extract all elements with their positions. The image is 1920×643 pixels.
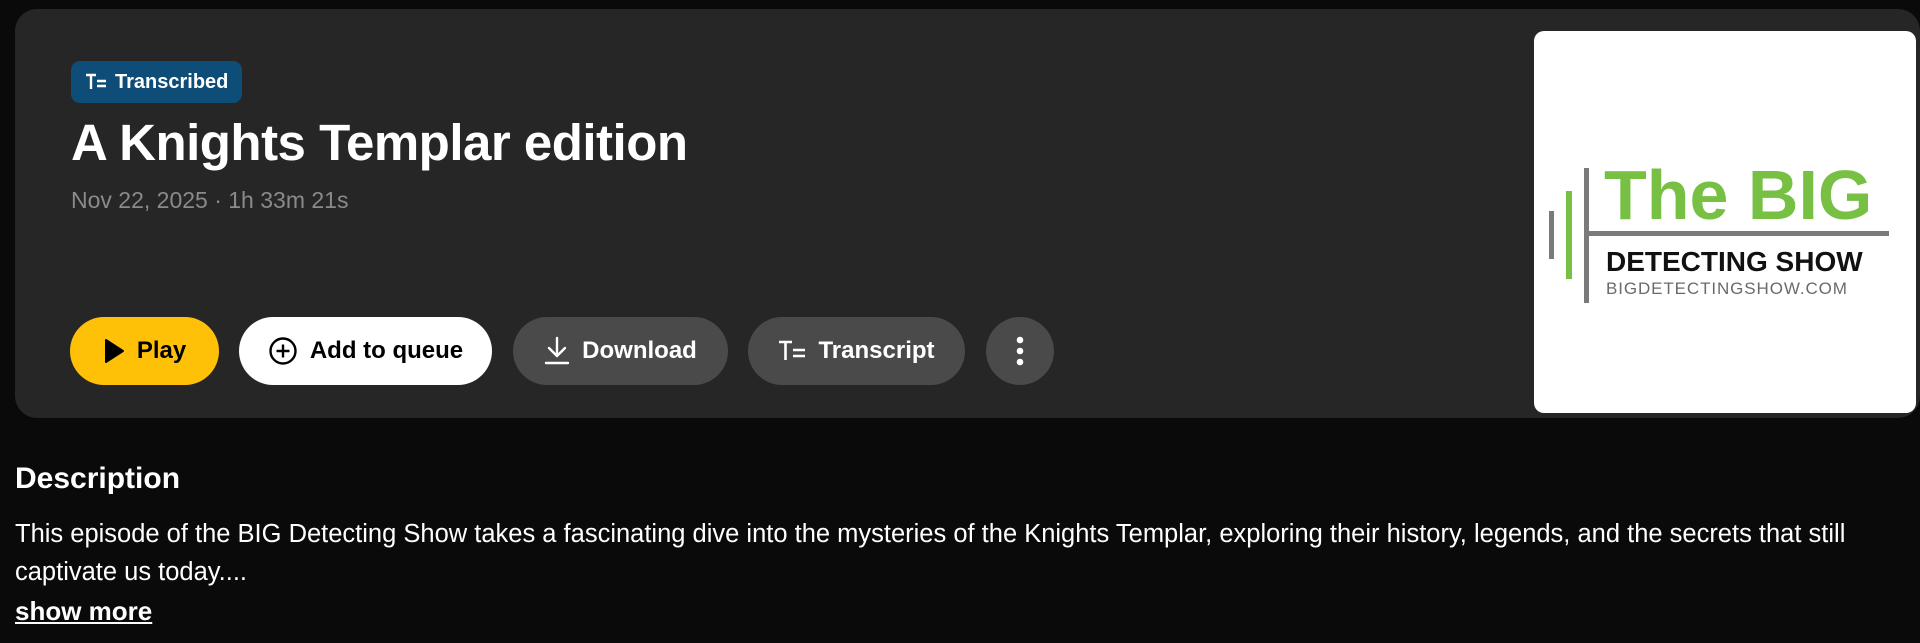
logo-url: BIGDETECTINGSHOW.COM [1606,279,1848,298]
transcript-label: Transcript [818,337,935,364]
description-text: This episode of the BIG Detecting Show t… [15,520,1846,586]
download-button[interactable]: Download [513,317,728,385]
episode-header-card: Transcribed A Knights Templar edition No… [15,9,1920,418]
logo-title: The BIG [1604,156,1872,234]
big-detecting-show-logo: The BIG DETECTING SHOW BIGDETECTINGSHOW.… [1549,156,1889,303]
show-more-link[interactable]: show more [15,596,152,627]
play-label: Play [136,337,187,364]
transcript-button[interactable]: Transcript [748,317,965,385]
download-icon [544,336,570,366]
download-label: Download [582,337,697,364]
play-icon [103,338,125,364]
play-button[interactable]: Play [70,317,219,385]
queue-label: Add to queue [309,337,464,364]
add-to-queue-button[interactable]: Add to queue [239,317,492,385]
add-circle-icon [268,336,298,366]
description-heading: Description [15,462,181,495]
transcript-icon [778,340,806,362]
more-vertical-icon [1016,336,1024,366]
logo-subtitle: DETECTING SHOW [1606,246,1863,277]
episode-title: A Knights Templar edition [71,114,688,171]
more-options-button[interactable] [986,317,1054,385]
transcribed-badge: Transcribed [71,61,243,103]
episode-meta: Nov 22, 2025 · 1h 33m 21s [71,187,349,213]
badge-label: Transcribed [115,70,229,93]
transcript-icon [85,73,107,91]
podcast-artwork: The BIG DETECTING SHOW BIGDETECTINGSHOW.… [1534,31,1916,413]
